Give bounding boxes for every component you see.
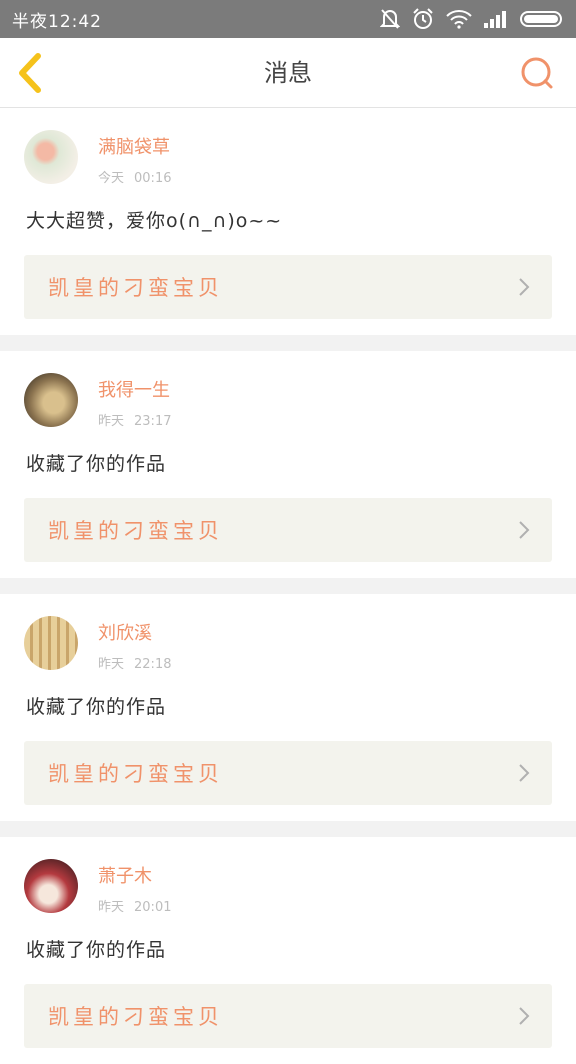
chevron-right-icon <box>519 1007 530 1025</box>
user-name[interactable]: 刘欣溪 <box>98 619 171 645</box>
status-time: 半夜12:42 <box>12 11 102 32</box>
nav-bar: 消息 <box>0 38 576 108</box>
timestamp-time: 20:01 <box>134 900 172 915</box>
status-icons <box>380 8 564 30</box>
timestamp-day: 昨天 <box>98 657 125 672</box>
signal-icon <box>484 11 506 28</box>
work-title: 凯皇的刁蛮宝贝 <box>48 762 223 786</box>
mute-icon <box>380 9 400 29</box>
timestamp-time: 22:18 <box>134 657 172 672</box>
message-text: 收藏了你的作品 <box>26 696 167 718</box>
timestamp: 昨天 20:01 <box>98 896 171 915</box>
work-title: 凯皇的刁蛮宝贝 <box>48 519 223 543</box>
timestamp-day: 今天 <box>98 171 125 186</box>
work-title: 凯皇的刁蛮宝贝 <box>48 1005 223 1029</box>
avatar[interactable] <box>24 616 78 670</box>
alarm-icon <box>413 8 433 29</box>
battery-icon <box>520 11 562 27</box>
message-card: 我得一生 昨天 23:17 收藏了你的作品 凯皇的刁蛮宝贝 <box>0 351 576 578</box>
chevron-left-icon <box>19 53 41 93</box>
wifi-icon <box>446 10 472 29</box>
search-button[interactable] <box>520 56 554 90</box>
back-button[interactable] <box>14 52 48 94</box>
work-link[interactable]: 凯皇的刁蛮宝贝 <box>24 255 552 319</box>
message-card: 萧子木 昨天 20:01 收藏了你的作品 凯皇的刁蛮宝贝 <box>0 837 576 1064</box>
timestamp-day: 昨天 <box>98 900 125 915</box>
user-name[interactable]: 萧子木 <box>98 862 171 888</box>
user-name[interactable]: 我得一生 <box>98 376 171 402</box>
work-link[interactable]: 凯皇的刁蛮宝贝 <box>24 741 552 805</box>
avatar[interactable] <box>24 373 78 427</box>
message-list: 满脑袋草 今天 00:16 大大超赞，爱你o(∩_∩)o~~ 凯皇的刁蛮宝贝 我得… <box>0 108 576 1064</box>
message-text: 收藏了你的作品 <box>26 453 167 475</box>
work-title: 凯皇的刁蛮宝贝 <box>48 276 223 300</box>
message-card: 满脑袋草 今天 00:16 大大超赞，爱你o(∩_∩)o~~ 凯皇的刁蛮宝贝 <box>0 108 576 335</box>
page-title: 消息 <box>264 59 312 87</box>
message-card: 刘欣溪 昨天 22:18 收藏了你的作品 凯皇的刁蛮宝贝 <box>0 594 576 821</box>
timestamp-time: 00:16 <box>134 171 172 186</box>
work-link[interactable]: 凯皇的刁蛮宝贝 <box>24 984 552 1048</box>
chevron-right-icon <box>519 521 530 539</box>
timestamp-time: 23:17 <box>134 414 172 429</box>
avatar[interactable] <box>24 859 78 913</box>
avatar[interactable] <box>24 130 78 184</box>
user-name[interactable]: 满脑袋草 <box>98 133 171 159</box>
message-text: 大大超赞，爱你o(∩_∩)o~~ <box>26 210 283 232</box>
chevron-right-icon <box>519 278 530 296</box>
timestamp: 昨天 22:18 <box>98 653 171 672</box>
message-text: 收藏了你的作品 <box>26 939 167 961</box>
search-icon <box>521 57 553 89</box>
status-bar: 半夜12:42 <box>0 0 576 38</box>
chevron-right-icon <box>519 764 530 782</box>
timestamp: 昨天 23:17 <box>98 410 171 429</box>
timestamp: 今天 00:16 <box>98 167 171 186</box>
timestamp-day: 昨天 <box>98 414 125 429</box>
work-link[interactable]: 凯皇的刁蛮宝贝 <box>24 498 552 562</box>
